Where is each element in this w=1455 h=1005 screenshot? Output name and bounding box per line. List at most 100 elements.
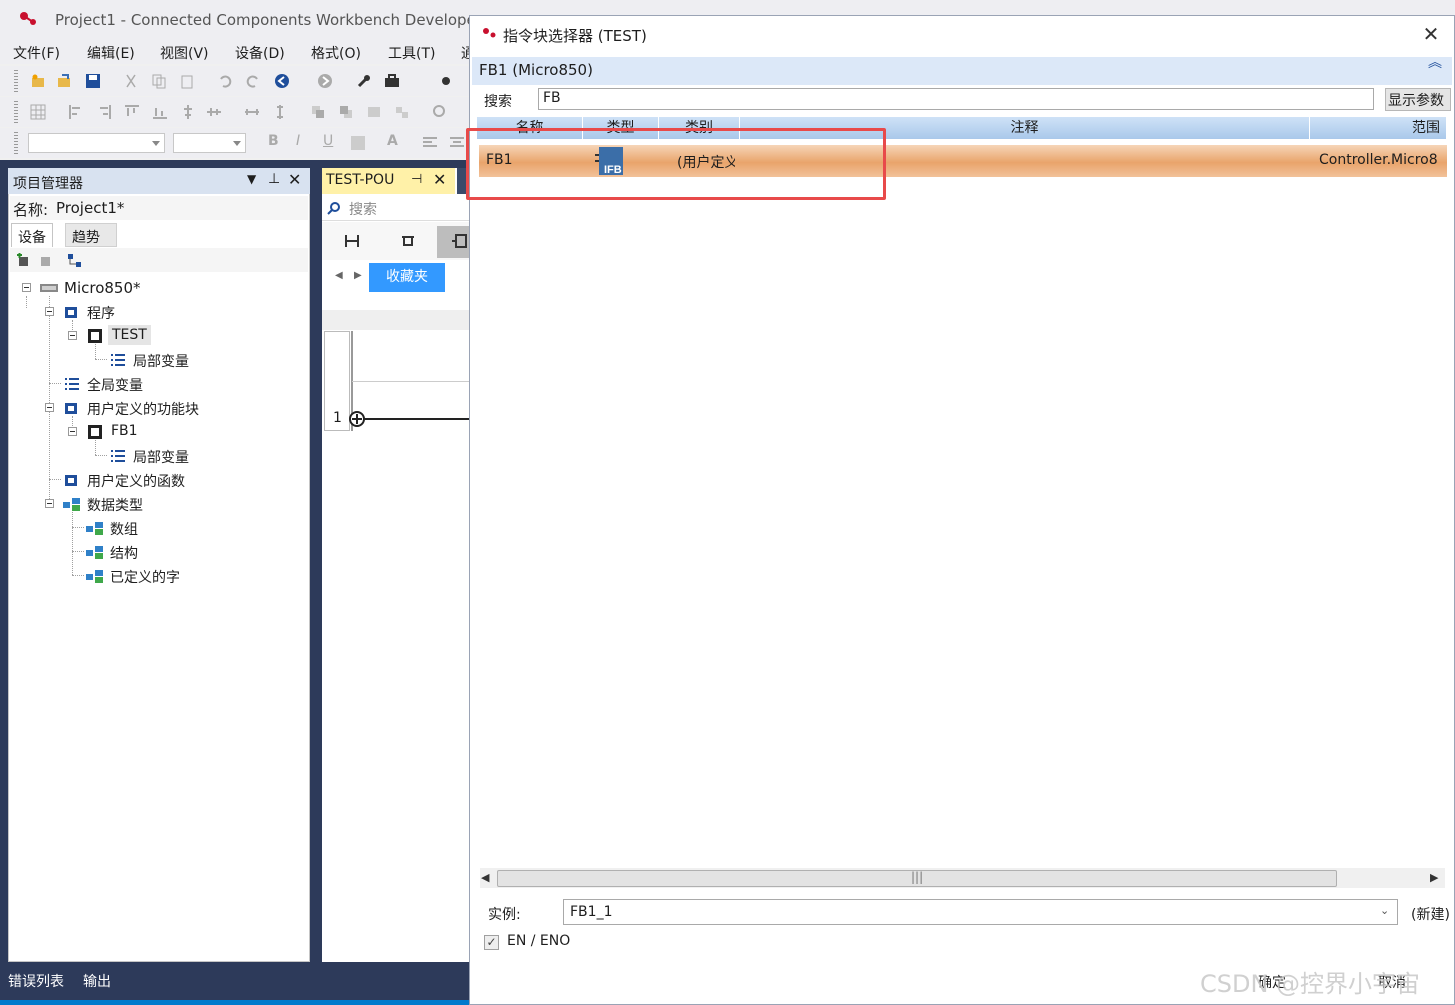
- expander-test[interactable]: [68, 331, 77, 340]
- menu-tools[interactable]: 工具(T): [388, 43, 435, 63]
- connect-icon[interactable]: [440, 73, 456, 89]
- grid-icon[interactable]: [30, 104, 46, 120]
- tree-global-vars[interactable]: 全局变量: [87, 375, 143, 395]
- underline-icon[interactable]: U: [323, 133, 333, 149]
- menu-edit[interactable]: 编辑(E): [87, 43, 135, 63]
- menu-file[interactable]: 文件(F): [13, 43, 60, 63]
- global-variables-icon: [65, 378, 79, 390]
- navigate-back-icon[interactable]: [274, 73, 290, 89]
- ungroup-icon[interactable]: [394, 104, 410, 120]
- tab-favorites[interactable]: 收藏夹: [369, 263, 445, 292]
- tree-defined-words[interactable]: 已定义的字: [110, 567, 180, 587]
- panel-close-icon[interactable]: ✕: [288, 170, 301, 189]
- ladder-ruler: [322, 310, 470, 330]
- pin-icon[interactable]: ⊥: [268, 171, 280, 187]
- menu-view[interactable]: 视图(V): [160, 43, 209, 63]
- toolbox-search[interactable]: [322, 196, 470, 221]
- chevron-down-icon[interactable]: ⌄: [1380, 904, 1389, 917]
- scroll-left-icon[interactable]: ◀: [335, 270, 343, 281]
- scroll-right-icon[interactable]: ▶: [354, 270, 362, 281]
- expander-root[interactable]: [22, 283, 31, 292]
- navigate-forward-icon[interactable]: [317, 73, 333, 89]
- tab-error-list[interactable]: 错误列表: [8, 971, 64, 991]
- send-back-icon[interactable]: [338, 104, 354, 120]
- tree-array[interactable]: 数组: [110, 519, 138, 539]
- tree-test-local-vars[interactable]: 局部变量: [133, 351, 189, 371]
- tab-output[interactable]: 输出: [83, 971, 111, 991]
- undo-icon[interactable]: [217, 73, 233, 89]
- new-project-icon[interactable]: [30, 73, 46, 89]
- remove-device-icon[interactable]: [38, 253, 54, 269]
- wrench-icon[interactable]: [356, 73, 372, 89]
- tree-fb1-local-vars[interactable]: 局部变量: [133, 447, 189, 467]
- datatypes-icon: [63, 498, 80, 511]
- tab-trend[interactable]: 趋势: [65, 223, 117, 247]
- fill-color-icon[interactable]: [350, 135, 366, 151]
- rung-icon[interactable]: [344, 233, 360, 249]
- panel-menu-icon[interactable]: ▼: [247, 172, 256, 186]
- add-device-icon[interactable]: [16, 253, 32, 269]
- paste-icon[interactable]: [179, 73, 195, 89]
- tree-fb1[interactable]: FB1: [111, 423, 138, 439]
- font-color-icon[interactable]: A: [387, 133, 398, 149]
- tree-udfb[interactable]: 用户定义的功能块: [87, 399, 199, 419]
- font-size-select[interactable]: [173, 133, 246, 153]
- tree-test[interactable]: TEST: [108, 325, 151, 345]
- align-bottom-icon[interactable]: [152, 104, 168, 120]
- zoom-icon[interactable]: [432, 104, 448, 120]
- ide-frame-left: [0, 160, 8, 965]
- tree-view-icon[interactable]: [67, 253, 83, 269]
- rung-insert-icon[interactable]: [348, 410, 366, 428]
- menu-format[interactable]: 格式(O): [311, 43, 361, 63]
- tree-datatypes[interactable]: 数据类型: [87, 495, 143, 515]
- save-icon[interactable]: [85, 73, 101, 89]
- tree-udf[interactable]: 用户定义的函数: [87, 471, 185, 491]
- menu-bar: 文件(F) 编辑(E) 视图(V) 设备(D) 格式(O) 工具(T) 通: [0, 40, 475, 64]
- ide-splitter[interactable]: [310, 160, 322, 965]
- en-eno-checkbox[interactable]: ✓: [484, 935, 499, 950]
- tree-struct[interactable]: 结构: [110, 543, 138, 563]
- text-align-left-icon[interactable]: [422, 135, 438, 151]
- expander-datatypes[interactable]: [45, 499, 54, 508]
- expander-programs[interactable]: [45, 307, 54, 316]
- italic-icon[interactable]: I: [296, 133, 300, 149]
- collapse-icon[interactable]: ︽: [1428, 56, 1442, 70]
- expander-udfb[interactable]: [45, 403, 54, 412]
- search-input[interactable]: FB: [538, 88, 1374, 110]
- cut-icon[interactable]: [123, 73, 139, 89]
- tree-programs[interactable]: 程序: [87, 303, 115, 323]
- bold-icon[interactable]: B: [268, 133, 279, 149]
- search-icon: [327, 202, 340, 215]
- align-left-icon[interactable]: [68, 104, 84, 120]
- toolbox-icon[interactable]: [384, 73, 400, 89]
- space-vertical-icon[interactable]: [272, 104, 288, 120]
- copy-icon[interactable]: [151, 73, 167, 89]
- group-icon[interactable]: [366, 104, 382, 120]
- open-project-icon[interactable]: [56, 73, 72, 89]
- font-family-select[interactable]: [28, 133, 165, 153]
- text-align-center-icon[interactable]: [449, 135, 465, 151]
- show-params-button[interactable]: 显示参数: [1385, 88, 1451, 111]
- menu-device[interactable]: 设备(D): [235, 43, 285, 63]
- expander-fb1[interactable]: [68, 427, 77, 436]
- dialog-close-icon[interactable]: ✕: [1420, 23, 1442, 45]
- align-center-icon[interactable]: [180, 104, 196, 120]
- instance-combobox[interactable]: FB1_1: [563, 899, 1398, 925]
- redo-icon[interactable]: [245, 73, 261, 89]
- scroll-left-arrow-icon[interactable]: ◀: [481, 871, 489, 884]
- align-middle-icon[interactable]: [206, 104, 222, 120]
- tree-root-micro850[interactable]: Micro850*: [64, 279, 141, 297]
- scroll-right-arrow-icon[interactable]: ▶: [1430, 871, 1438, 884]
- branch-icon[interactable]: [400, 233, 416, 249]
- tab-pin-icon[interactable]: ⊣: [411, 172, 422, 187]
- tab-device[interactable]: 设备: [11, 223, 53, 247]
- align-top-icon[interactable]: [124, 104, 140, 120]
- program-icon: [88, 329, 102, 343]
- bring-front-icon[interactable]: [310, 104, 326, 120]
- dialog-target: FB1 (Micro850): [479, 61, 593, 79]
- tab-close-icon[interactable]: ✕: [433, 170, 446, 189]
- space-horizontal-icon[interactable]: [244, 104, 260, 120]
- local-variables-icon: [111, 354, 125, 366]
- align-right-icon[interactable]: [96, 104, 112, 120]
- column-scope[interactable]: 范围: [1310, 117, 1447, 139]
